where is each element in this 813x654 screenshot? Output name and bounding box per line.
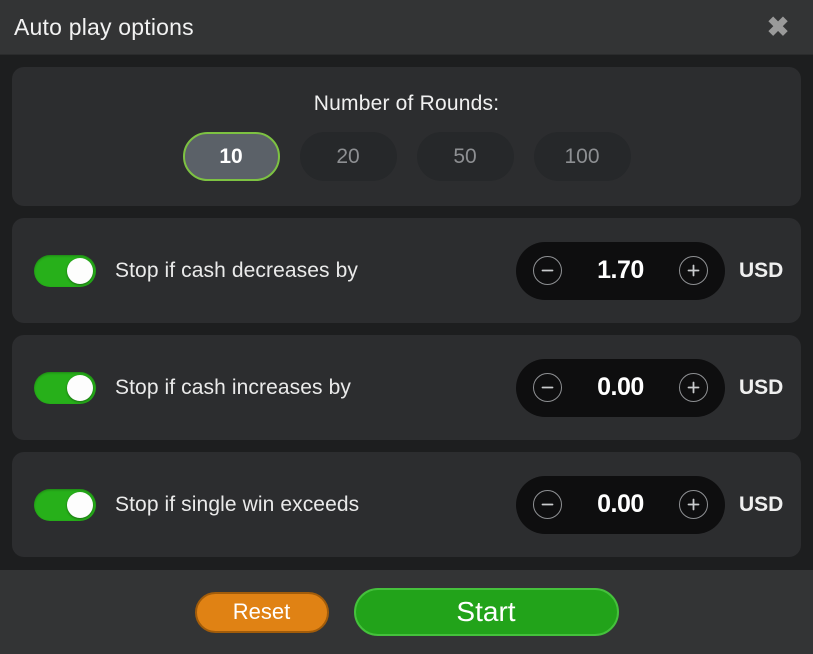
plus-icon[interactable] [679, 490, 708, 519]
toggle-knob [67, 491, 93, 518]
stop-condition-label: Stop if cash decreases by [115, 258, 358, 282]
dialog-header: Auto play options ✖ [0, 0, 813, 55]
currency-label: USD [739, 258, 784, 282]
plus-icon[interactable] [679, 256, 708, 285]
rounds-panel: Number of Rounds: 10 20 50 100 [12, 67, 801, 206]
currency-label: USD [739, 375, 784, 399]
toggle-knob [67, 257, 93, 284]
dialog-footer: Reset Start [0, 570, 813, 654]
stop-condition-label: Stop if single win exceeds [115, 492, 360, 516]
toggle-stop-cash-increases[interactable] [34, 371, 96, 404]
rounds-title: Number of Rounds: [313, 92, 500, 115]
auto-play-options-dialog: Auto play options ✖ Number of Rounds: 10… [0, 0, 813, 654]
amount-value[interactable]: 0.00 [562, 490, 679, 519]
minus-icon[interactable] [533, 490, 562, 519]
amount-stepper-cash-increases: 0.00 [516, 358, 725, 417]
amount-stepper-single-win: 0.00 [516, 475, 725, 534]
rounds-option-100[interactable]: 100 [533, 132, 631, 181]
minus-icon[interactable] [533, 256, 562, 285]
page-title: Auto play options [14, 13, 194, 40]
start-button[interactable]: Start [353, 588, 619, 636]
stop-condition-row-single-win: Stop if single win exceeds 0.00 USD [12, 452, 801, 557]
amount-value[interactable]: 0.00 [562, 373, 679, 402]
plus-icon[interactable] [679, 373, 708, 402]
currency-label: USD [739, 492, 784, 516]
stop-condition-row-cash-increases: Stop if cash increases by 0.00 USD [12, 335, 801, 440]
rounds-options: 10 20 50 100 [182, 132, 631, 181]
amount-value[interactable]: 1.70 [562, 256, 679, 285]
stop-condition-row-cash-decreases: Stop if cash decreases by 1.70 USD [12, 218, 801, 323]
toggle-stop-cash-decreases[interactable] [34, 254, 96, 287]
close-icon[interactable]: ✖ [761, 10, 795, 44]
toggle-knob [67, 374, 93, 401]
rounds-option-50[interactable]: 50 [416, 132, 514, 181]
stop-condition-label: Stop if cash increases by [115, 375, 351, 399]
dialog-body: Number of Rounds: 10 20 50 100 Stop if c… [0, 55, 813, 570]
reset-button[interactable]: Reset [194, 591, 329, 633]
minus-icon[interactable] [533, 373, 562, 402]
amount-stepper-cash-decreases: 1.70 [516, 241, 725, 300]
rounds-option-10[interactable]: 10 [182, 132, 280, 181]
rounds-option-20[interactable]: 20 [299, 132, 397, 181]
toggle-stop-single-win[interactable] [34, 488, 96, 521]
